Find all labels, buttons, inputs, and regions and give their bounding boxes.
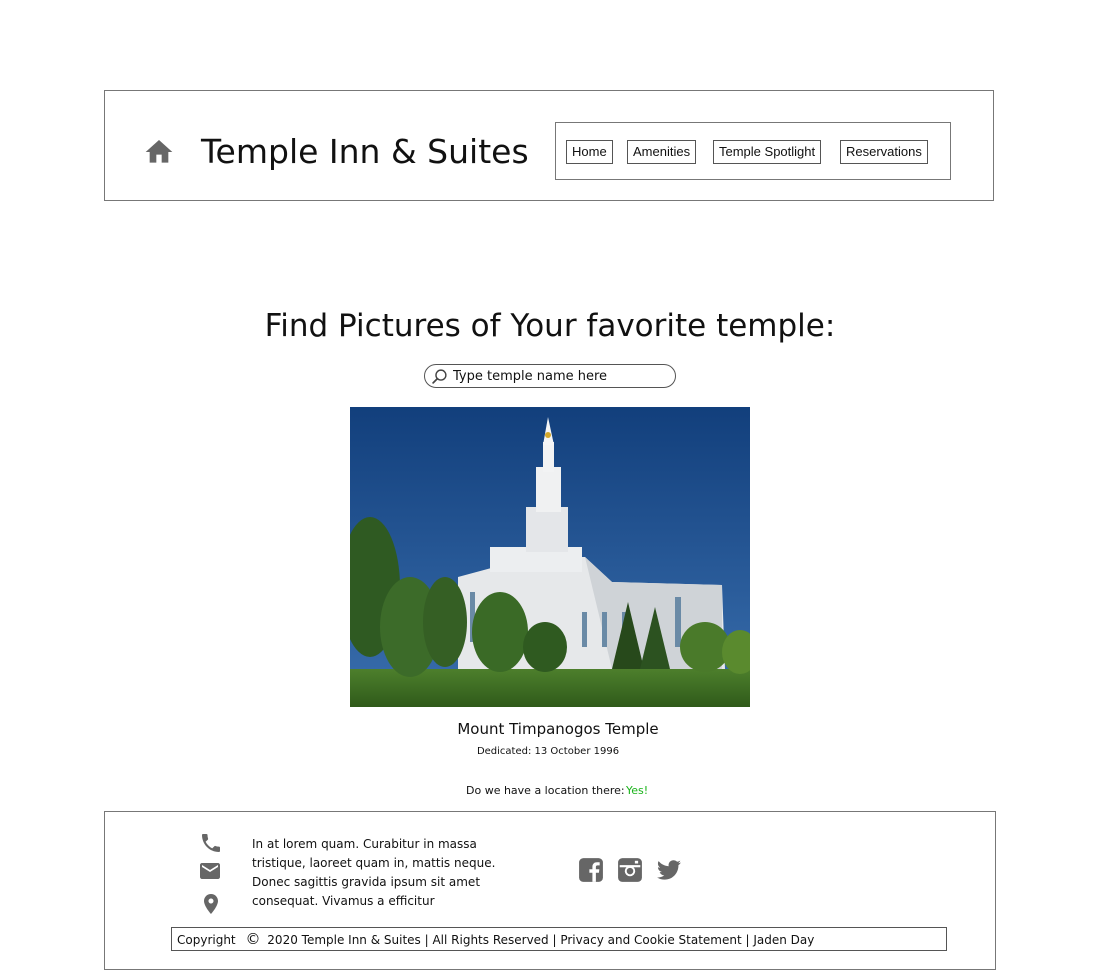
nav-temple-spotlight-button[interactable]: Temple Spotlight [713, 140, 822, 164]
nav-home-button[interactable]: Home [566, 140, 613, 164]
footer-contact-text: In at lorem quam. Curabitur in massa tri… [252, 837, 496, 908]
nav-amenities-button[interactable]: Amenities [627, 140, 697, 164]
location-answer: Yes! [626, 784, 649, 797]
map-pin-icon [204, 894, 218, 914]
temple-photo [350, 407, 750, 707]
temple-name: Mount Timpanogos Temple [457, 720, 659, 738]
search-input[interactable] [453, 367, 667, 385]
dedication-date: Dedicated: 13 October 1996 [476, 746, 620, 757]
home-icon[interactable] [143, 136, 175, 168]
facebook-icon[interactable] [578, 857, 604, 883]
copyright-label: Copyright [177, 933, 236, 947]
search-icon [432, 369, 447, 384]
phone-icon [202, 834, 220, 852]
copyright-text: 2020 Temple Inn & Suites | All Rights Re… [267, 933, 815, 947]
site-footer: In at lorem quam. Curabitur in massa tri… [104, 811, 996, 970]
instagram-icon[interactable] [617, 857, 643, 883]
twitter-icon[interactable] [656, 857, 682, 883]
site-title: Temple Inn & Suites [201, 132, 529, 171]
location-question: Do we have a location there: [466, 784, 625, 797]
search-box [424, 364, 676, 388]
mail-icon [200, 863, 220, 879]
nav-reservations-button[interactable]: Reservations [840, 140, 928, 164]
copyright-bar: Copyright © 2020 Temple Inn & Suites | A… [171, 927, 947, 951]
site-header: Temple Inn & Suites Home Amenities Templ… [104, 90, 994, 201]
copyright-symbol: © [245, 930, 261, 948]
page-heading: Find Pictures of Your favorite temple: [264, 308, 836, 344]
main-nav: Home Amenities Temple Spotlight Reservat… [555, 122, 951, 180]
